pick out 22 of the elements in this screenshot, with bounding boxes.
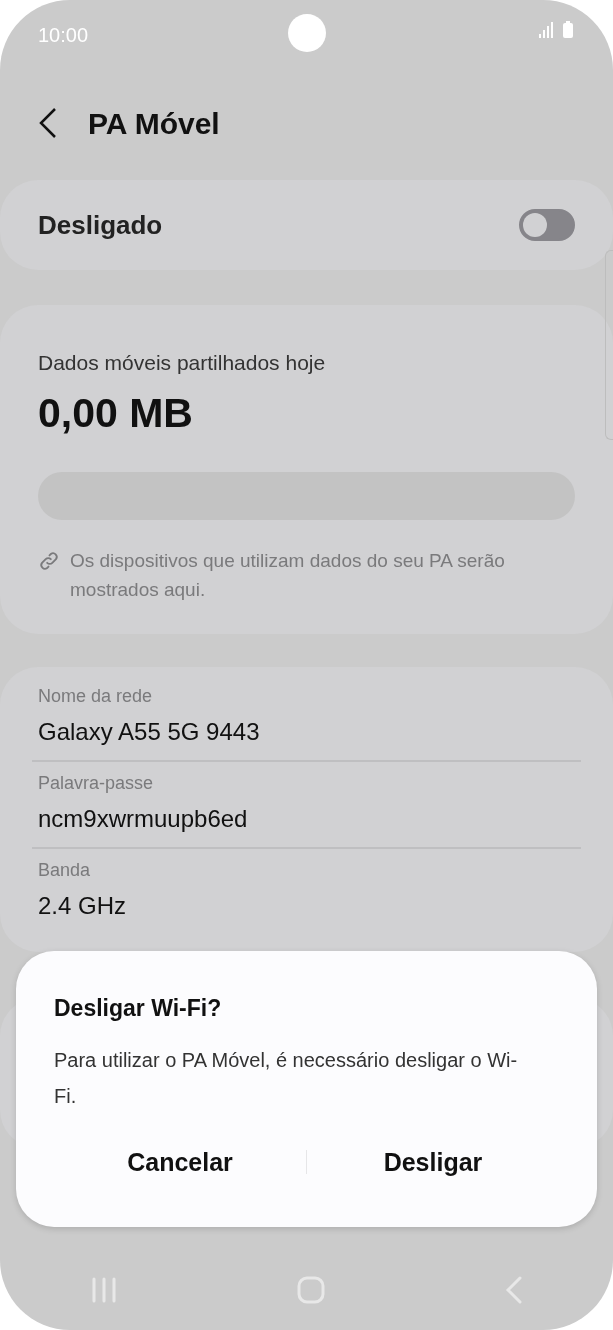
dialog-button[interactable]: Cancelar bbox=[54, 1139, 306, 1185]
link-icon bbox=[38, 550, 60, 572]
setting-label: Palavra-passe bbox=[38, 772, 155, 795]
page-title: PA Móvel bbox=[88, 105, 220, 142]
setting-label: Banda bbox=[38, 859, 92, 882]
setting-label: Nome da rede bbox=[38, 685, 154, 708]
dialog-message: Para utilizar o PA Móvel, é necessário desligar o Wi-Fi. bbox=[54, 1047, 519, 1109]
signal-battery-icon bbox=[539, 20, 575, 40]
setting-value: Galaxy A55 5G 9443 bbox=[38, 717, 261, 747]
usage-note: Os dispositivos que utilizam dados do seu PA serão mostrados aqui. bbox=[70, 549, 506, 602]
setting-value: 2.4 GHz bbox=[38, 891, 128, 921]
dialog-button[interactable]: Desligar bbox=[307, 1139, 559, 1185]
usage-amount: 0,00 MB bbox=[38, 388, 194, 438]
switch-card[interactable]: Desligado bbox=[0, 180, 613, 270]
back-icon[interactable] bbox=[38, 107, 58, 139]
camera-cutout bbox=[288, 14, 326, 52]
dialog-title: Desligar Wi-Fi? bbox=[54, 994, 223, 1023]
usage-title: Dados móveis partilhados hoje bbox=[38, 350, 327, 376]
toggle-switch[interactable] bbox=[519, 209, 575, 241]
setting-value: ncm9xwrmuupb6ed bbox=[38, 804, 249, 834]
switch-label: Desligado bbox=[38, 208, 163, 242]
home-icon[interactable] bbox=[296, 1276, 325, 1304]
